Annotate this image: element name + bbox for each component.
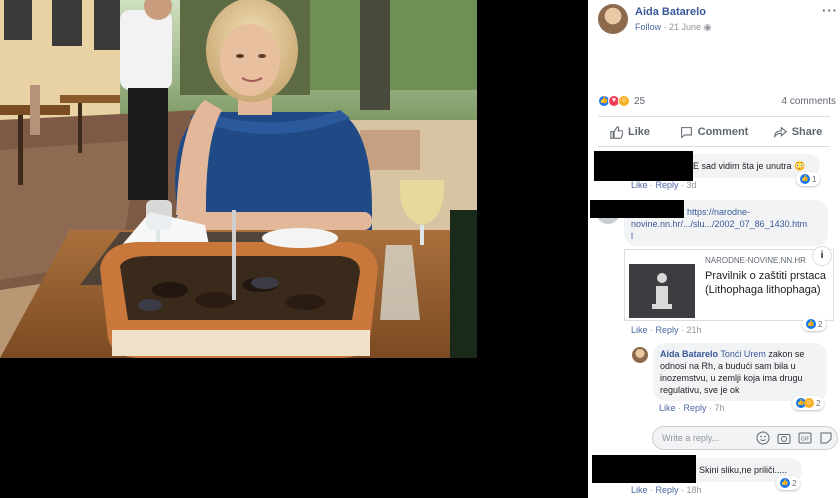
reply-author-avatar[interactable] [632,347,648,363]
comment-reactions[interactable]: 👍 2 [802,317,827,331]
link-preview-image [629,264,695,318]
comment-like-link[interactable]: Like [631,180,648,190]
comment-reaction-count: 2 [792,478,797,488]
comment-text: E sad vidim šta je unutra 😳 [693,161,806,171]
comment-like-link[interactable]: Like [631,325,648,335]
share-button[interactable]: Share [756,120,840,144]
reply-reply-link[interactable]: Reply [684,403,707,413]
post-actions: Like Comment Share [588,120,840,144]
comment-time[interactable]: 21h [687,325,702,335]
reply-time[interactable]: 7h [715,403,725,413]
info-glyph-icon [652,273,672,309]
reply-bubble: Aida Batarelo Tonći Urem zakon se odnosi… [653,343,827,401]
reaction-count: 25 [634,95,646,107]
svg-text:GIF: GIF [801,437,809,443]
like-reaction-icon: 👍 [806,319,816,329]
post-date[interactable]: 21 June [669,22,701,32]
comment-time[interactable]: 18h [687,485,702,495]
link-preview-domain: NARODNE-NOVINE.NN.HR [705,256,806,265]
comment-link-line[interactable]: l [631,230,821,242]
author-avatar[interactable] [598,4,628,34]
thumbs-up-icon [610,125,623,139]
comments-count[interactable]: 4 comments [782,96,836,107]
haha-reaction-icon: ☺ [804,398,814,408]
audience-globe-icon[interactable]: ◉ [704,22,712,32]
reply-reactions[interactable]: 👍 ☺ 2 [792,396,825,410]
comment-button[interactable]: Comment [672,120,756,144]
link-preview-title[interactable]: Pravilnik o zaštiti prstaca (Lithophaga … [705,269,827,297]
reply-mention[interactable]: Tonći Urem [720,349,766,359]
reaction-summary[interactable]: 👍 ♥ ☺ 25 [598,94,645,108]
post-meta: Follow · 21 June ◉ [635,22,711,33]
sticker-icon[interactable] [819,431,833,445]
post-header: Aida Batarelo Follow · 21 June ◉ ··· [588,0,840,40]
comment-text: Skini sliku,ne priliči..... [699,465,788,475]
comment-reaction-count: 1 [812,174,817,184]
reply-tools: GIF [749,431,833,445]
camera-icon[interactable] [777,431,791,445]
like-button-label: Like [627,126,650,138]
share-button-label: Share [791,126,823,138]
comment-reactions[interactable]: 👍 1 [796,172,821,186]
haha-reaction-icon: ☺ [618,95,630,107]
comment-meta: Like · Reply · 21h [631,325,702,335]
author-name[interactable]: Aida Batarelo [635,6,706,18]
comment-meta: Like · Reply · 18h [631,485,702,495]
comment-icon [680,126,692,138]
reply-input[interactable]: Write a reply... GIF [652,426,838,450]
gif-icon[interactable]: GIF [798,431,812,445]
redaction-box [592,455,696,483]
comment-button-label: Comment [697,126,749,138]
comment-reactions[interactable]: 👍 2 [776,476,801,490]
reply-like-link[interactable]: Like [659,403,676,413]
comment-reply-link[interactable]: Reply [656,180,679,190]
comment-time[interactable]: 3d [687,180,697,190]
reply-placeholder: Write a reply... [662,433,720,443]
share-icon [773,125,787,138]
comment-reply-link[interactable]: Reply [656,325,679,335]
reply-meta: Like · Reply · 7h [659,403,725,413]
comment-reaction-count: 2 [818,319,823,329]
divider [598,146,830,147]
like-reaction-icon: 👍 [800,174,810,184]
reply-author-name[interactable]: Aida Batarelo [660,349,718,359]
like-reaction-icon: 👍 [780,478,790,488]
like-button[interactable]: Like [588,120,672,144]
comment-reply-link[interactable]: Reply [656,485,679,495]
comment-like-link[interactable]: Like [631,485,648,495]
redaction-box [590,200,684,218]
reply-reaction-count: 2 [816,398,821,408]
photo-illustration [0,0,477,358]
preview-info-button[interactable]: i [812,246,832,266]
divider [598,116,830,117]
more-options-icon[interactable]: ··· [822,3,838,18]
facebook-photo-viewer: Aida Batarelo Follow · 21 June ◉ ··· 👍 ♥… [0,0,840,498]
post-photo[interactable] [0,0,477,358]
comment-link-line[interactable]: novine.nn.hr/.../slu.../2002_07_86_1430.… [631,218,821,230]
follow-link[interactable]: Follow [635,22,661,32]
emoji-icon[interactable] [756,431,770,445]
photo-pane [0,0,588,498]
comment-meta: Like · Reply · 3d [631,180,697,190]
redaction-box [594,151,693,181]
link-preview-card[interactable]: NARODNE-NOVINE.NN.HR Pravilnik o zaštiti… [624,249,834,321]
